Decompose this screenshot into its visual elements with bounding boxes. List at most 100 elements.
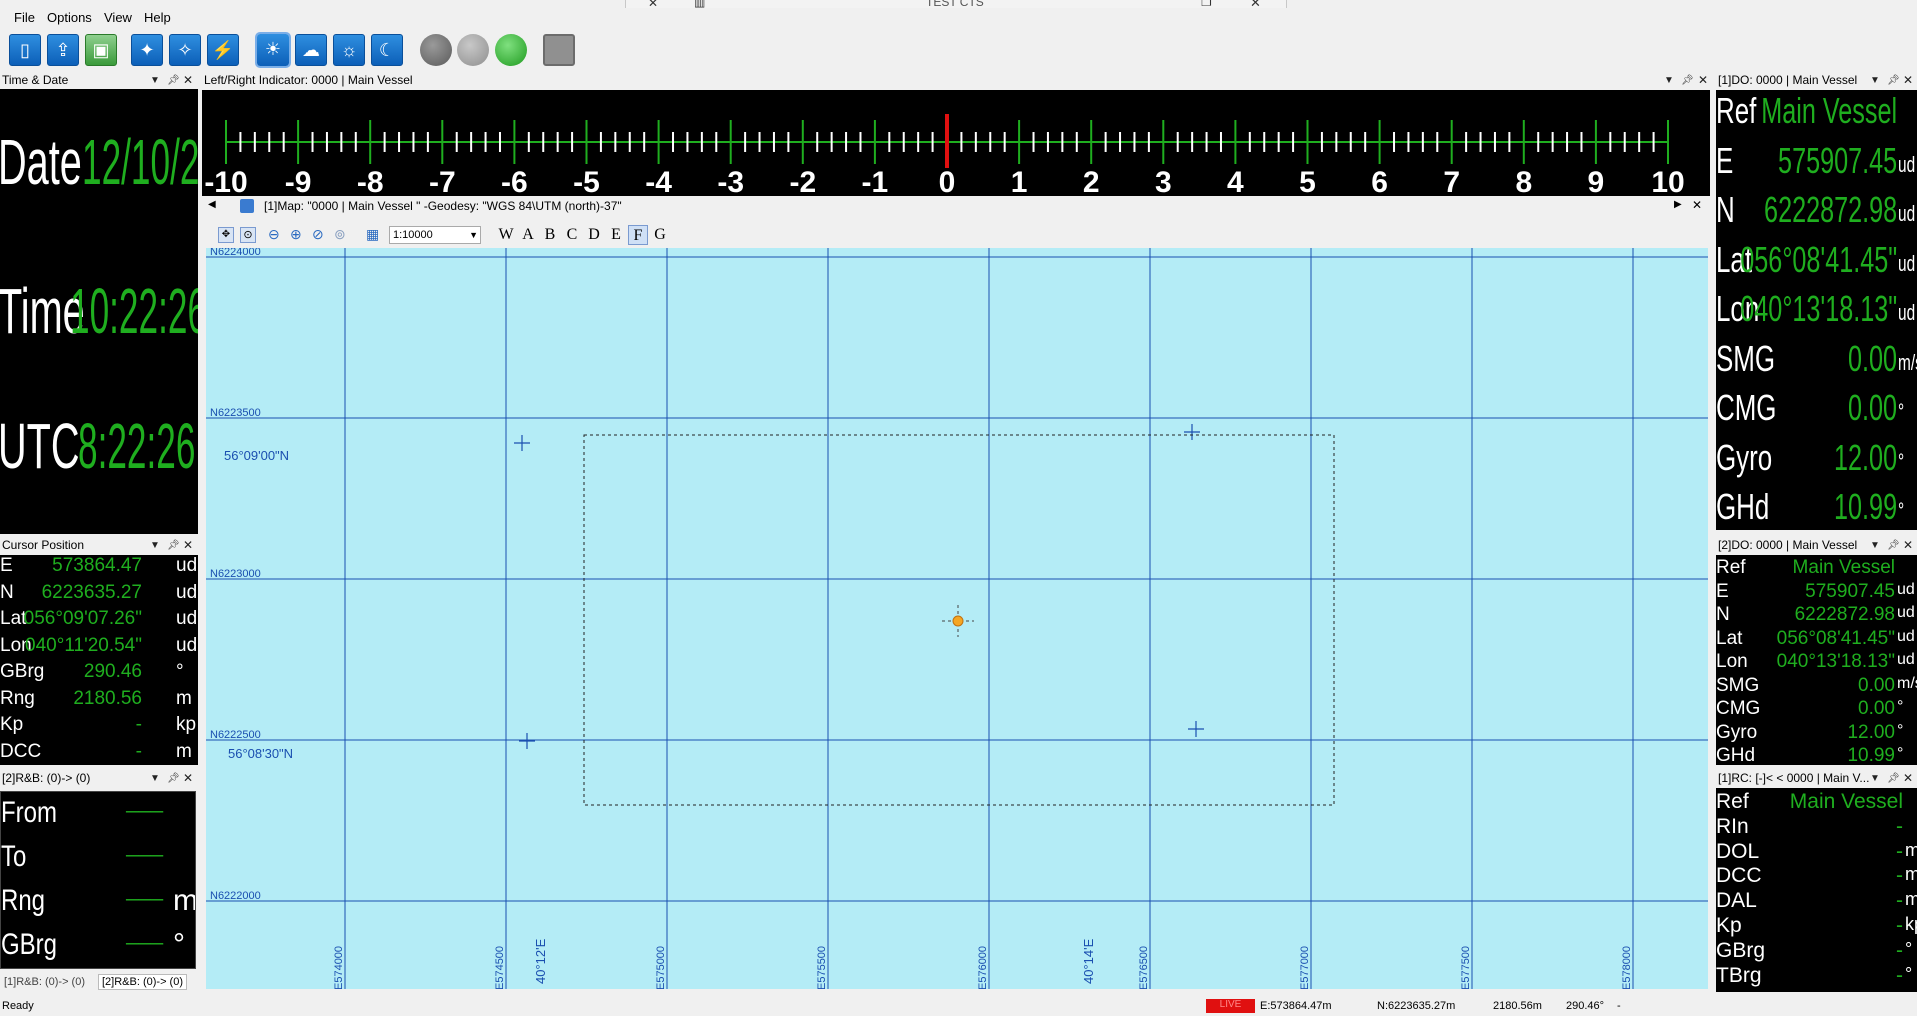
row-label: DCC xyxy=(0,740,42,762)
menu-view[interactable]: View xyxy=(104,10,132,25)
menu-help[interactable]: Help xyxy=(144,10,171,25)
row-value: - xyxy=(135,740,142,762)
row-value: 2180.56 xyxy=(73,687,142,709)
row-unit: ud xyxy=(176,608,198,629)
center-tool-icon[interactable]: ⊙ xyxy=(240,227,256,243)
easting-label: E574000 xyxy=(333,946,345,989)
layer-button-a[interactable]: A xyxy=(518,225,538,245)
dropdown-icon[interactable]: ▼ xyxy=(150,72,160,89)
zoom-window-icon[interactable]: ⊘ xyxy=(312,226,324,243)
layer-button-g[interactable]: G xyxy=(650,225,670,245)
satellite-button[interactable]: ✦ xyxy=(131,34,163,66)
night-mode-button[interactable]: ☾ xyxy=(371,34,403,66)
row-value: - xyxy=(1896,938,1903,962)
map-tab-title[interactable]: [1]Map: "0000 | Main Vessel " -Geodesy: … xyxy=(264,199,622,213)
date-value: 12/10/2025 xyxy=(82,126,198,198)
pin-icon[interactable]: 📌︎ xyxy=(167,72,180,89)
pan-tool-icon[interactable]: ✥ xyxy=(218,227,234,243)
do1-panel-row: SMG 0.00m/s xyxy=(1716,338,1917,388)
layer-button-b[interactable]: B xyxy=(540,225,560,245)
rb-tab-2[interactable]: [2]R&B: (0)-> (0) xyxy=(98,974,187,990)
status-green-button[interactable] xyxy=(495,34,527,66)
pin-icon[interactable]: 📌︎ xyxy=(1887,72,1900,89)
map-toolbar: ✥ ⊙ ⊖ ⊕ ⊘ ⊚ ▦ 1:10000 ▼ WABCDEFG xyxy=(206,222,1708,248)
status-gray-button[interactable] xyxy=(420,34,452,66)
dropdown-icon[interactable]: ▼ xyxy=(1870,72,1880,89)
dropdown-icon[interactable]: ▼ xyxy=(1870,537,1880,554)
lr-tick-label: 8 xyxy=(1515,166,1532,196)
record-button[interactable] xyxy=(543,34,575,66)
grid-icon[interactable]: ▦ xyxy=(366,226,379,243)
status-ready: Ready xyxy=(2,1000,34,1012)
row-value: ___ xyxy=(126,920,163,945)
close-icon[interactable]: ✕ xyxy=(183,72,193,89)
scale-select[interactable]: 1:10000 ▼ xyxy=(389,226,481,244)
status-easting: E:573864.47m xyxy=(1260,1000,1332,1012)
close-map-icon[interactable]: ✕ xyxy=(1692,198,1702,212)
row-label: Rng xyxy=(1,884,46,917)
close-icon[interactable]: ✕ xyxy=(1903,770,1913,787)
graticule-cross xyxy=(519,733,535,749)
map-canvas[interactable]: E574000 E574500 E575000 E575500 E576000 E5765… xyxy=(206,248,1708,989)
status-dash: - xyxy=(1617,1000,1621,1012)
close-icon[interactable]: ✕ xyxy=(183,537,193,554)
day-mode-button[interactable]: ☀ xyxy=(255,32,291,68)
satellite-2-button[interactable]: ✧ xyxy=(169,34,201,66)
layer-button-c[interactable]: C xyxy=(562,225,582,245)
time-panel-title: Time & Date xyxy=(2,73,69,87)
save-button[interactable]: ▣ xyxy=(85,34,117,66)
lr-panel-header: Left/Right Indicator: 0000 | Main Vessel… xyxy=(202,72,1710,89)
do2-panel-row: Ref Main Vessel xyxy=(1716,557,1917,581)
rb-panel-row: From ___ xyxy=(1,792,195,840)
do2-panel-row: N 6222872.98 ud xyxy=(1716,604,1917,628)
layer-button-d[interactable]: D xyxy=(584,225,604,245)
sunset-icon: ☼ xyxy=(340,40,358,60)
cloud-mode-button[interactable]: ☁ xyxy=(295,34,327,66)
close-icon[interactable]: ✕ xyxy=(1903,72,1913,89)
row-value: - xyxy=(1896,814,1903,838)
layer-button-e[interactable]: E xyxy=(606,225,626,245)
satellite-signal-button[interactable]: ⚡ xyxy=(207,34,239,66)
dropdown-icon[interactable]: ▼ xyxy=(150,770,160,787)
scroll-right-icon[interactable]: ▶ xyxy=(1674,199,1682,210)
dropdown-icon[interactable]: ▼ xyxy=(1870,770,1880,787)
row-label: Lat xyxy=(0,608,27,629)
longitude-label: 40°12'E xyxy=(533,938,548,984)
zoom-previous-icon[interactable]: ⊚ xyxy=(334,226,346,243)
zoom-out-icon[interactable]: ⊖ xyxy=(268,226,280,243)
cursor-panel-row: Kp - kp xyxy=(0,714,198,741)
pin-icon[interactable]: 📌︎ xyxy=(167,770,180,787)
lr-tick-label: 10 xyxy=(1651,166,1684,196)
close-icon[interactable]: ✕ xyxy=(183,770,193,787)
dropdown-icon[interactable]: ▼ xyxy=(150,537,160,554)
open-folder-icon: ⇪ xyxy=(55,40,71,60)
close-icon[interactable]: ✕ xyxy=(1903,537,1913,554)
close-icon[interactable]: ✕ xyxy=(1698,72,1708,89)
pin-icon[interactable]: 📌︎ xyxy=(1681,72,1694,89)
layer-button-w[interactable]: W xyxy=(496,225,516,245)
row-label: GHd xyxy=(1716,486,1770,527)
dusk-mode-button[interactable]: ☼ xyxy=(333,34,365,66)
open-file-button[interactable]: ⇪ xyxy=(47,34,79,66)
row-label: Ref xyxy=(1716,790,1749,813)
pin-icon[interactable]: 📌︎ xyxy=(1887,537,1900,554)
pin-icon[interactable]: 📌︎ xyxy=(167,537,180,554)
row-value: 6222872.98 xyxy=(1763,189,1897,230)
rb-tab-1[interactable]: [1]R&B: (0)-> (0) xyxy=(4,976,85,988)
lr-tick-label: 3 xyxy=(1155,166,1172,196)
zoom-in-icon[interactable]: ⊕ xyxy=(290,226,302,243)
menu-options[interactable]: Options xyxy=(47,10,92,25)
vessel-marker[interactable] xyxy=(952,615,964,627)
new-file-button[interactable]: ▯ xyxy=(9,34,41,66)
dropdown-icon[interactable]: ▼ xyxy=(1664,72,1674,89)
layer-button-f[interactable]: F xyxy=(628,225,648,245)
pin-icon[interactable]: 📌︎ xyxy=(1887,770,1900,787)
scroll-left-icon[interactable]: ◀ xyxy=(208,199,216,210)
lr-tick-label: -10 xyxy=(204,166,247,196)
easting-label: E577500 xyxy=(1460,946,1472,989)
row-label: Lat xyxy=(1716,627,1743,649)
menu-file[interactable]: File xyxy=(14,10,35,25)
row-value: ___ xyxy=(126,791,163,813)
row-label: CMG xyxy=(1716,387,1777,428)
status-lightgray-button[interactable] xyxy=(457,34,489,66)
